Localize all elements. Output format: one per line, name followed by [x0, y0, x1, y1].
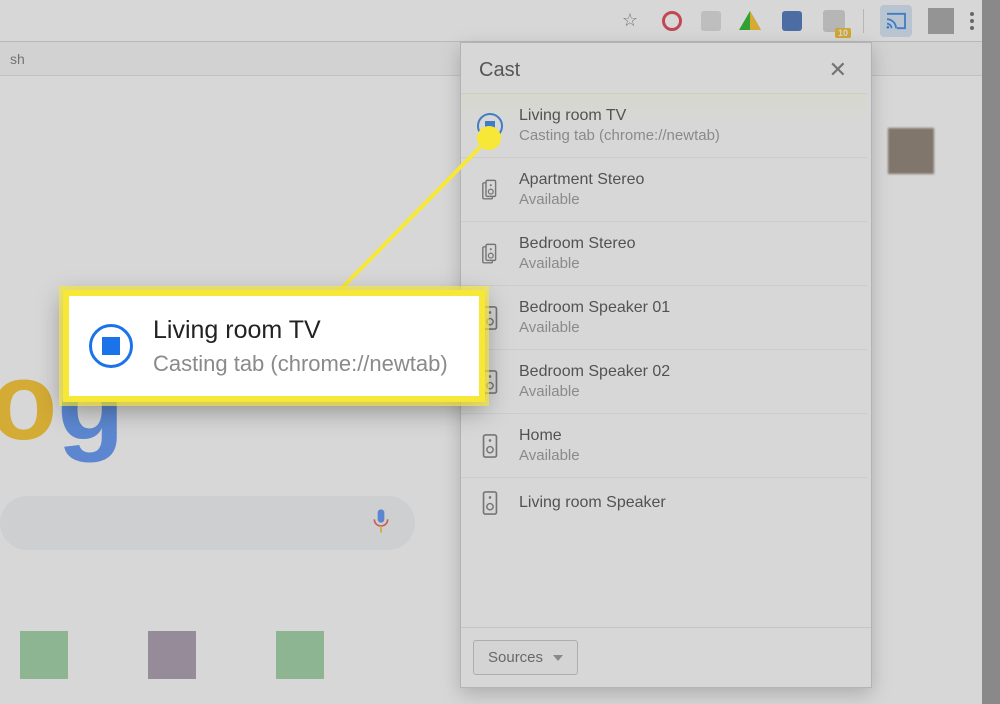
- browser-toolbar: ☆ 10: [0, 0, 982, 42]
- shortcut-tile[interactable]: [20, 631, 68, 679]
- cast-device-row[interactable]: Living room Speaker: [461, 477, 867, 528]
- device-status: Casting tab (chrome://newtab): [519, 127, 720, 144]
- device-status: Available: [519, 191, 644, 208]
- speaker-icon: [482, 434, 498, 458]
- device-name: Living room TV: [519, 107, 720, 125]
- cast-device-row[interactable]: Apartment Stereo Available: [461, 157, 867, 221]
- google-drive-icon[interactable]: [737, 8, 763, 34]
- chrome-menu-button[interactable]: [970, 12, 974, 30]
- close-button[interactable]: ✕: [821, 53, 855, 87]
- account-avatar[interactable]: [888, 128, 934, 174]
- device-status: Available: [519, 383, 670, 400]
- cast-device-row[interactable]: Bedroom Speaker 02 Available: [461, 349, 867, 413]
- cast-device-row[interactable]: Living room TV Casting tab (chrome://newt…: [461, 93, 867, 157]
- device-name: Bedroom Speaker 02: [519, 363, 670, 381]
- shortcut-tiles-row-1: [20, 631, 324, 679]
- cast-icon: [885, 12, 907, 30]
- stop-casting-icon[interactable]: [89, 324, 133, 368]
- callout-device-name: Living room TV: [153, 316, 448, 345]
- highlighted-callout: Living room TV Casting tab (chrome://new…: [63, 290, 485, 402]
- device-name: Bedroom Stereo: [519, 235, 636, 253]
- device-name: Home: [519, 427, 580, 445]
- extension-blue-icon[interactable]: [779, 8, 805, 34]
- cast-panel-footer: Sources: [461, 627, 871, 687]
- window-edge-shadow: [982, 0, 1000, 704]
- search-box[interactable]: [0, 496, 415, 550]
- voice-search-icon[interactable]: [371, 507, 391, 540]
- cast-toolbar-button[interactable]: [880, 5, 912, 37]
- extension-circle-icon[interactable]: [659, 8, 685, 34]
- speaker-group-icon: [482, 178, 498, 202]
- cast-panel-header: Cast ✕: [461, 43, 871, 93]
- device-name: Living room Speaker: [519, 494, 666, 512]
- profile-avatar-icon[interactable]: [928, 8, 954, 34]
- sources-label: Sources: [488, 649, 543, 666]
- cast-device-row[interactable]: Bedroom Speaker 01 Available: [461, 285, 867, 349]
- device-status: Available: [519, 319, 670, 336]
- cast-device-row[interactable]: Bedroom Stereo Available: [461, 221, 867, 285]
- bookmark-fragment[interactable]: sh: [10, 51, 25, 67]
- callout-device-status: Casting tab (chrome://newtab): [153, 351, 448, 377]
- cast-panel-title: Cast: [479, 59, 520, 82]
- device-status: Available: [519, 447, 580, 464]
- chevron-down-icon: [553, 655, 563, 661]
- device-name: Apartment Stereo: [519, 171, 644, 189]
- toolbar-separator: [863, 9, 864, 33]
- shortcut-tile[interactable]: [148, 631, 196, 679]
- badge-count: 10: [835, 28, 851, 38]
- speaker-icon: [482, 491, 498, 515]
- cast-device-list[interactable]: Living room TV Casting tab (chrome://newt…: [461, 93, 871, 627]
- extension-gray-icon[interactable]: [701, 11, 721, 31]
- device-name: Bedroom Speaker 01: [519, 299, 670, 317]
- shortcut-tile[interactable]: [276, 631, 324, 679]
- cast-device-row[interactable]: Home Available: [461, 413, 867, 477]
- callout-anchor-dot: [477, 126, 501, 150]
- cast-panel: Cast ✕ Living room TV Casting tab (chrome…: [460, 42, 872, 688]
- device-status: Available: [519, 255, 636, 272]
- speaker-group-icon: [482, 242, 498, 266]
- extension-badged-icon[interactable]: 10: [821, 8, 847, 34]
- sources-dropdown-button[interactable]: Sources: [473, 640, 578, 675]
- bookmark-star-icon[interactable]: ☆: [617, 8, 643, 34]
